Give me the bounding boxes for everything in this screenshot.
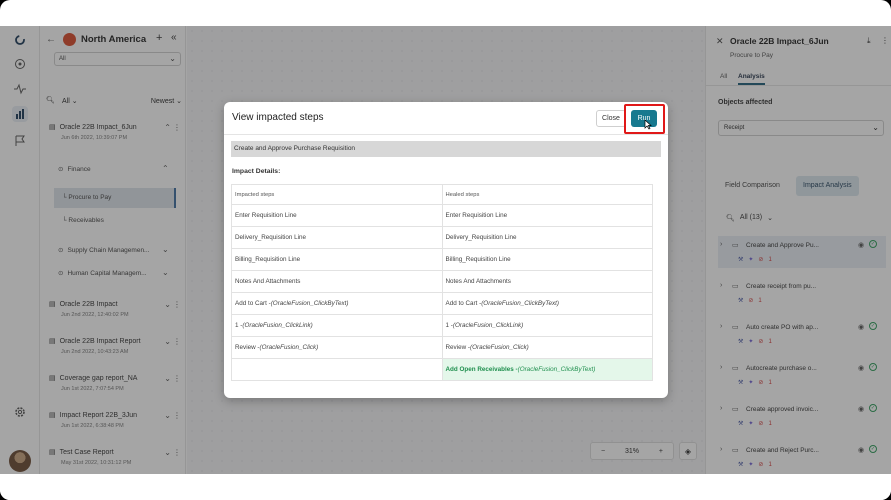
healed-step: Enter Requisition Line [441,204,653,227]
impact-details-label: Impact Details: [232,168,281,175]
impacted-step: Review -(OracleFusion_Click) [231,336,443,359]
impacted-step: Add to Cart -(OracleFusion_ClickByText) [231,292,443,315]
dialog-divider [224,134,668,135]
close-button[interactable]: Close [596,110,626,127]
healed-step: Review -(OracleFusion_Click) [441,336,653,359]
healed-step: Billing_Requisition Line [441,248,653,271]
healed-step: Add to Cart -(OracleFusion_ClickByText) [441,292,653,315]
impacted-step-empty [231,358,443,381]
impacted-step: Notes And Attachments [231,270,443,293]
table-row: Billing_Requisition Line Billing_Requisi… [231,248,653,271]
scenario-name: Create and Approve Purchase Requisition [231,141,661,157]
table-row: 1 -(OracleFusion_ClickLink) 1 -(OracleFu… [231,314,653,337]
table-row: Review -(OracleFusion_Click) Review -(Or… [231,336,653,359]
table-row: Enter Requisition Line Enter Requisition… [231,204,653,227]
table-row: Delivery_Requisition Line Delivery_Requi… [231,226,653,249]
healed-step: Delivery_Requisition Line [441,226,653,249]
impacted-steps-dialog: View impacted steps Close Run Create and… [224,102,668,398]
healed-steps-header: Healed steps [441,184,653,205]
table-row: Add Open Receivables -(OracleFusion_Clic… [231,358,653,381]
screen-frame: ← North America + « All ⌄ 🔍︎ All ⌄ Newes… [0,0,891,500]
added-healed-step: Add Open Receivables -(OracleFusion_Clic… [441,358,653,381]
impacted-step: Delivery_Requisition Line [231,226,443,249]
impacted-step: 1 -(OracleFusion_ClickLink) [231,314,443,337]
impacted-step: Billing_Requisition Line [231,248,443,271]
impacted-steps-table: Impacted steps Healed steps Enter Requis… [231,184,653,381]
app-window: ← North America + « All ⌄ 🔍︎ All ⌄ Newes… [0,26,891,474]
dialog-title: View impacted steps [232,112,324,123]
table-row: Add to Cart -(OracleFusion_ClickByText) … [231,292,653,315]
impacted-steps-header: Impacted steps [231,184,443,205]
healed-step: 1 -(OracleFusion_ClickLink) [441,314,653,337]
healed-step: Notes And Attachments [441,270,653,293]
bottom-band [0,474,891,500]
table-row: Notes And Attachments Notes And Attachme… [231,270,653,293]
impacted-step: Enter Requisition Line [231,204,443,227]
mouse-pointer-icon [644,119,652,130]
table-header-row: Impacted steps Healed steps [231,184,653,205]
